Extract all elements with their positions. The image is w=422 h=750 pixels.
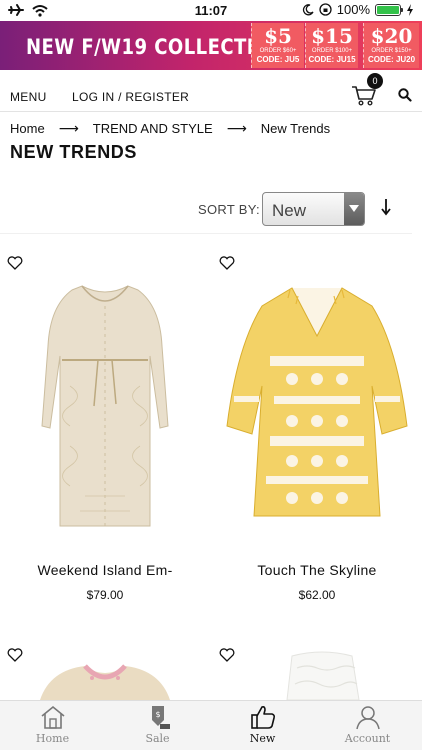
product-image[interactable]	[30, 658, 180, 700]
home-icon	[40, 705, 65, 729]
tab-account[interactable]: Account	[315, 704, 420, 750]
product-name[interactable]: Weekend Island Em-	[0, 562, 210, 578]
heart-icon[interactable]	[219, 256, 235, 270]
coupon-amount: $20	[370, 24, 413, 48]
battery-percent: 100%	[336, 2, 370, 17]
coupon-amount: $15	[311, 24, 353, 48]
tab-sale[interactable]: $ Sale	[105, 704, 210, 750]
product-image[interactable]	[10, 276, 200, 538]
person-icon	[355, 706, 380, 730]
tab-home[interactable]: Home	[0, 704, 105, 750]
dropdown-arrow	[344, 193, 364, 225]
product-price: $62.00	[298, 588, 336, 602]
svg-text:$: $	[155, 710, 160, 719]
coupon-min-order: ORDER $60+	[259, 48, 297, 54]
sort-selected-value: New	[272, 201, 307, 220]
sort-select[interactable]: New	[262, 192, 365, 226]
tab-new[interactable]: New	[210, 704, 315, 750]
coupon-amount: $5	[264, 24, 292, 48]
arrow-right-icon: ⟶	[226, 120, 247, 136]
thumbs-up-icon	[250, 706, 275, 729]
promo-banner[interactable]: NEW F/W19 COLLECTION $5 ORDER $60+ CODE:…	[0, 21, 422, 70]
status-bar: 11:07 100%	[0, 0, 422, 21]
coupon-code: CODE: JU15	[308, 55, 356, 64]
bottom-tab-bar: Home $ Sale New Account	[0, 700, 422, 750]
coupon-ju20[interactable]: $20 ORDER $150+ CODE: JU20	[363, 23, 419, 68]
sort-label: SORT BY:	[198, 202, 260, 217]
arrow-right-icon: ⟶	[58, 120, 79, 136]
heart-icon[interactable]	[7, 256, 23, 270]
coupon-code: CODE: JU5	[256, 55, 300, 64]
cart-count-badge: 0	[367, 73, 383, 89]
lock-rotation-icon	[319, 3, 332, 16]
arrow-down-icon[interactable]	[380, 198, 392, 216]
breadcrumb-home[interactable]: Home	[10, 121, 45, 136]
product-image[interactable]	[222, 276, 412, 538]
promo-title: NEW F/W19 COLLECTION	[26, 35, 286, 59]
product-image[interactable]	[267, 648, 377, 700]
tab-label: Home	[35, 732, 70, 745]
status-right: 100%	[302, 2, 414, 17]
menu-link[interactable]: MENU	[10, 90, 47, 104]
coupon-ju15[interactable]: $15 ORDER $100+ CODE: JU15	[305, 23, 358, 68]
tab-label: Sale	[145, 732, 170, 745]
page-title: NEW TRENDS	[10, 142, 137, 162]
product-card[interactable]: Touch The Skyline $62.00	[212, 256, 422, 616]
login-register-link[interactable]: LOG IN / REGISTER	[72, 90, 189, 104]
product-card[interactable]	[0, 648, 210, 700]
product-name[interactable]: Touch The Skyline	[212, 562, 422, 578]
charging-icon	[407, 3, 413, 16]
top-nav: MENU LOG IN / REGISTER 0	[0, 70, 422, 112]
sort-bar: SORT BY: New	[0, 188, 412, 234]
coupon-min-order: ORDER $100+	[311, 48, 353, 54]
chevron-down-icon	[349, 205, 359, 212]
coupon-code: CODE: JU20	[367, 55, 416, 64]
search-icon[interactable]	[398, 88, 412, 102]
coupon-min-order: ORDER $150+	[371, 48, 412, 54]
breadcrumb-current: New Trends	[260, 121, 331, 136]
product-card[interactable]	[212, 648, 422, 700]
moon-icon	[302, 3, 314, 15]
breadcrumb: Home ⟶ TREND AND STYLE ⟶ New Trends	[10, 120, 330, 137]
heart-icon[interactable]	[219, 648, 235, 662]
breadcrumb-trend-and-style[interactable]: TREND AND STYLE	[93, 121, 213, 136]
battery-icon	[375, 3, 403, 16]
sale-tag-icon: $	[151, 706, 170, 729]
coupon-ju5[interactable]: $5 ORDER $60+ CODE: JU5	[251, 23, 304, 68]
tab-label: New	[249, 732, 276, 745]
product-price: $79.00	[86, 588, 124, 602]
heart-icon[interactable]	[7, 648, 23, 662]
tab-label: Account	[344, 732, 391, 745]
product-card[interactable]: Weekend Island Em- $79.00	[0, 256, 210, 616]
